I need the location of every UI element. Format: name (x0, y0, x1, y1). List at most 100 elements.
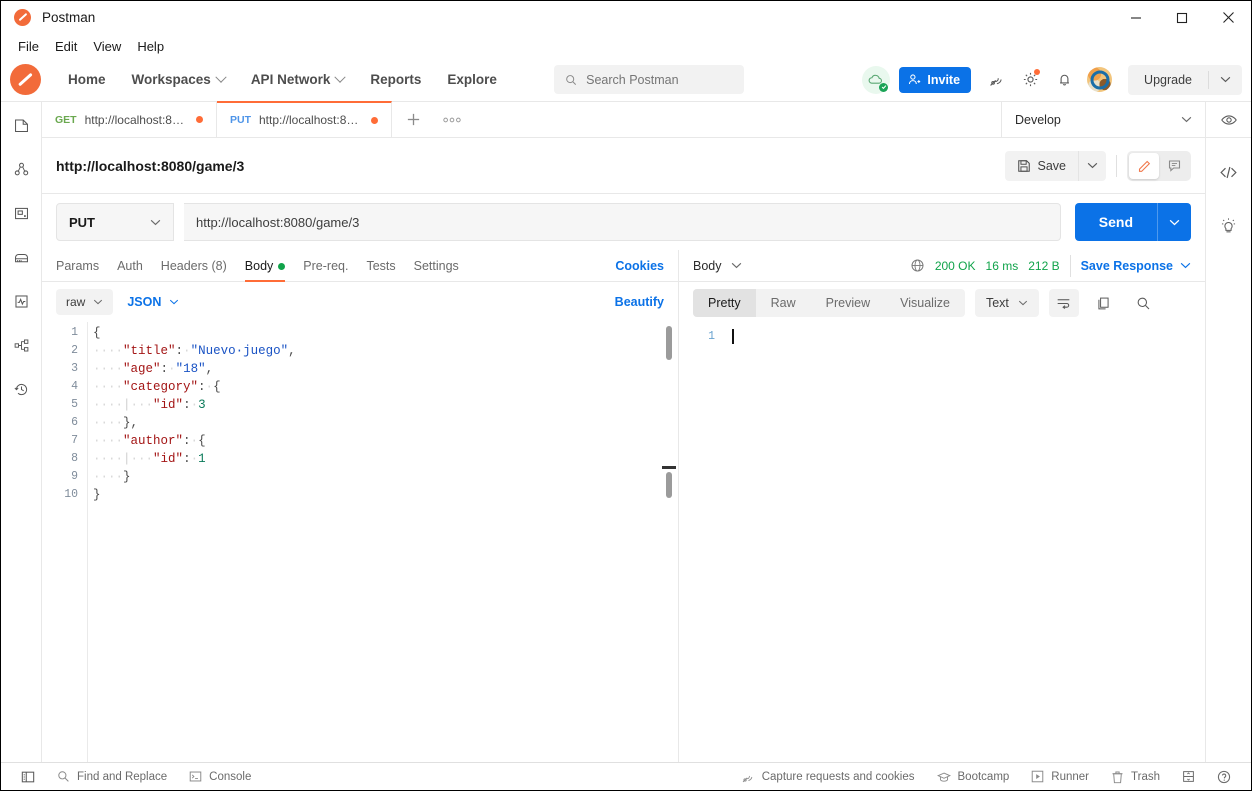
nav-item-workspaces[interactable]: Workspaces (119, 72, 238, 87)
format-pretty[interactable]: Pretty (693, 289, 756, 317)
upgrade-chevron-down-icon[interactable] (1209, 76, 1242, 83)
user-avatar[interactable] (1087, 67, 1112, 92)
satellite-icon (741, 770, 755, 784)
save-response-button[interactable]: Save Response (1081, 259, 1191, 273)
wrap-lines-icon[interactable] (1049, 289, 1079, 317)
status-bar-right: Capture requests and cookies Bootcamp Ru… (730, 770, 1242, 784)
environment-label: Develop (1015, 113, 1061, 127)
save-options-chevron-down-icon[interactable] (1078, 151, 1106, 181)
invite-button[interactable]: Invite (899, 67, 971, 93)
copy-icon[interactable] (1089, 289, 1119, 317)
response-language-label: Text (986, 296, 1009, 310)
response-language-selector[interactable]: Text (975, 289, 1039, 317)
save-button[interactable]: Save (1005, 151, 1079, 181)
url-input[interactable] (184, 203, 1061, 241)
cookies-link[interactable]: Cookies (615, 259, 664, 281)
maximize-icon[interactable] (1159, 1, 1205, 34)
tab-label: Settings (414, 259, 459, 273)
response-body-editor[interactable]: 1 (679, 324, 1205, 762)
find-and-replace-button[interactable]: Find and Replace (46, 770, 178, 783)
request-tab-get[interactable]: GET http://localhost:80... (42, 102, 217, 137)
http-method-selector[interactable]: PUT (56, 203, 174, 241)
help-icon[interactable] (1206, 770, 1242, 784)
tab-tests[interactable]: Tests (357, 259, 404, 281)
close-icon[interactable] (1205, 1, 1251, 34)
tab-headers[interactable]: Headers (8) (152, 259, 236, 281)
flows-icon[interactable] (6, 330, 36, 360)
edit-mode-button[interactable] (1129, 153, 1159, 179)
format-visualize[interactable]: Visualize (885, 289, 965, 317)
response-body-selector[interactable]: Body (693, 259, 742, 273)
body-language-selector[interactable]: JSON (127, 295, 179, 309)
send-button[interactable]: Send (1075, 203, 1157, 241)
nav-item-api-network[interactable]: API Network (238, 72, 358, 87)
tab-options-icon[interactable] (435, 102, 469, 137)
editor-scrollbar-thumb-lower[interactable] (666, 472, 672, 498)
request-body-editor[interactable]: 12345678910 {····"title":·"Nuevo·juego",… (42, 322, 678, 762)
tab-params[interactable]: Params (56, 259, 108, 281)
editor-code-area[interactable]: {····"title":·"Nuevo·juego",····"age":·"… (87, 322, 678, 762)
layout-icon[interactable] (1171, 770, 1206, 783)
comment-mode-button[interactable] (1159, 153, 1189, 179)
tab-pre-request[interactable]: Pre-req. (294, 259, 357, 281)
request-tab-put[interactable]: PUT http://localhost:80... (217, 101, 392, 137)
monitors-icon[interactable] (6, 286, 36, 316)
lightbulb-info-icon[interactable] (1211, 206, 1247, 246)
trash-icon (1111, 770, 1124, 784)
search-icon (565, 73, 577, 87)
runner-button[interactable]: Runner (1020, 770, 1100, 783)
search-input[interactable] (586, 73, 733, 87)
chevron-down-icon (1018, 300, 1028, 306)
code-line: ····|···"id":·1 (93, 450, 678, 468)
capture-requests-button[interactable]: Capture requests and cookies (730, 770, 926, 784)
line-number: 9 (42, 468, 78, 486)
request-pane: Params Auth Headers (8) Body Pre-req. Te… (42, 250, 678, 762)
menu-item-view[interactable]: View (85, 39, 129, 54)
search-postman-box[interactable] (554, 65, 744, 94)
tab-auth[interactable]: Auth (108, 259, 152, 281)
console-button[interactable]: Console (178, 770, 262, 783)
send-options-chevron-down-icon[interactable] (1157, 203, 1191, 241)
settings-gear-icon[interactable] (1015, 65, 1045, 95)
mock-servers-icon[interactable] (6, 242, 36, 272)
request-tab-strip: GET http://localhost:80... PUT http://lo… (42, 102, 1205, 138)
body-type-selector[interactable]: raw (56, 289, 113, 315)
sidebar-toggle-icon[interactable] (10, 770, 46, 784)
left-sidebar-rail (1, 102, 42, 762)
request-tabs: GET http://localhost:80... PUT http://lo… (42, 102, 469, 137)
minimize-icon[interactable] (1113, 1, 1159, 34)
environment-selector[interactable]: Develop (1001, 102, 1205, 137)
nav-item-home[interactable]: Home (55, 72, 119, 87)
tab-settings[interactable]: Settings (405, 259, 468, 281)
body-present-dot-icon (278, 263, 285, 270)
nav-item-explore[interactable]: Explore (434, 72, 510, 87)
collections-icon[interactable] (6, 110, 36, 140)
response-code-area[interactable] (724, 328, 1205, 762)
upgrade-button[interactable]: Upgrade (1128, 73, 1208, 87)
cloud-sync-icon[interactable] (862, 66, 890, 94)
history-icon[interactable] (6, 374, 36, 404)
unsaved-dot-icon (371, 117, 378, 124)
apis-icon[interactable] (6, 154, 36, 184)
environments-icon[interactable] (6, 198, 36, 228)
tab-body[interactable]: Body (236, 259, 295, 281)
satellite-icon[interactable] (981, 65, 1011, 95)
code-snippet-icon[interactable] (1211, 152, 1247, 192)
bootcamp-button[interactable]: Bootcamp (926, 770, 1021, 784)
editor-scrollbar-thumb[interactable] (666, 326, 672, 360)
format-raw[interactable]: Raw (756, 289, 811, 317)
format-preview[interactable]: Preview (811, 289, 885, 317)
menu-item-file[interactable]: File (10, 39, 47, 54)
search-icon[interactable] (1129, 289, 1159, 317)
new-tab-button[interactable] (392, 102, 435, 137)
postman-app-logo-icon[interactable] (10, 64, 41, 95)
notifications-bell-icon[interactable] (1049, 65, 1079, 95)
trash-button[interactable]: Trash (1100, 770, 1171, 784)
nav-item-reports[interactable]: Reports (357, 72, 434, 87)
editor-line-numbers: 12345678910 (42, 322, 87, 762)
editor-scrollbar[interactable] (666, 326, 672, 762)
menu-item-help[interactable]: Help (129, 39, 172, 54)
menu-item-edit[interactable]: Edit (47, 39, 85, 54)
beautify-link[interactable]: Beautify (615, 295, 664, 309)
eye-icon[interactable] (1206, 102, 1251, 138)
